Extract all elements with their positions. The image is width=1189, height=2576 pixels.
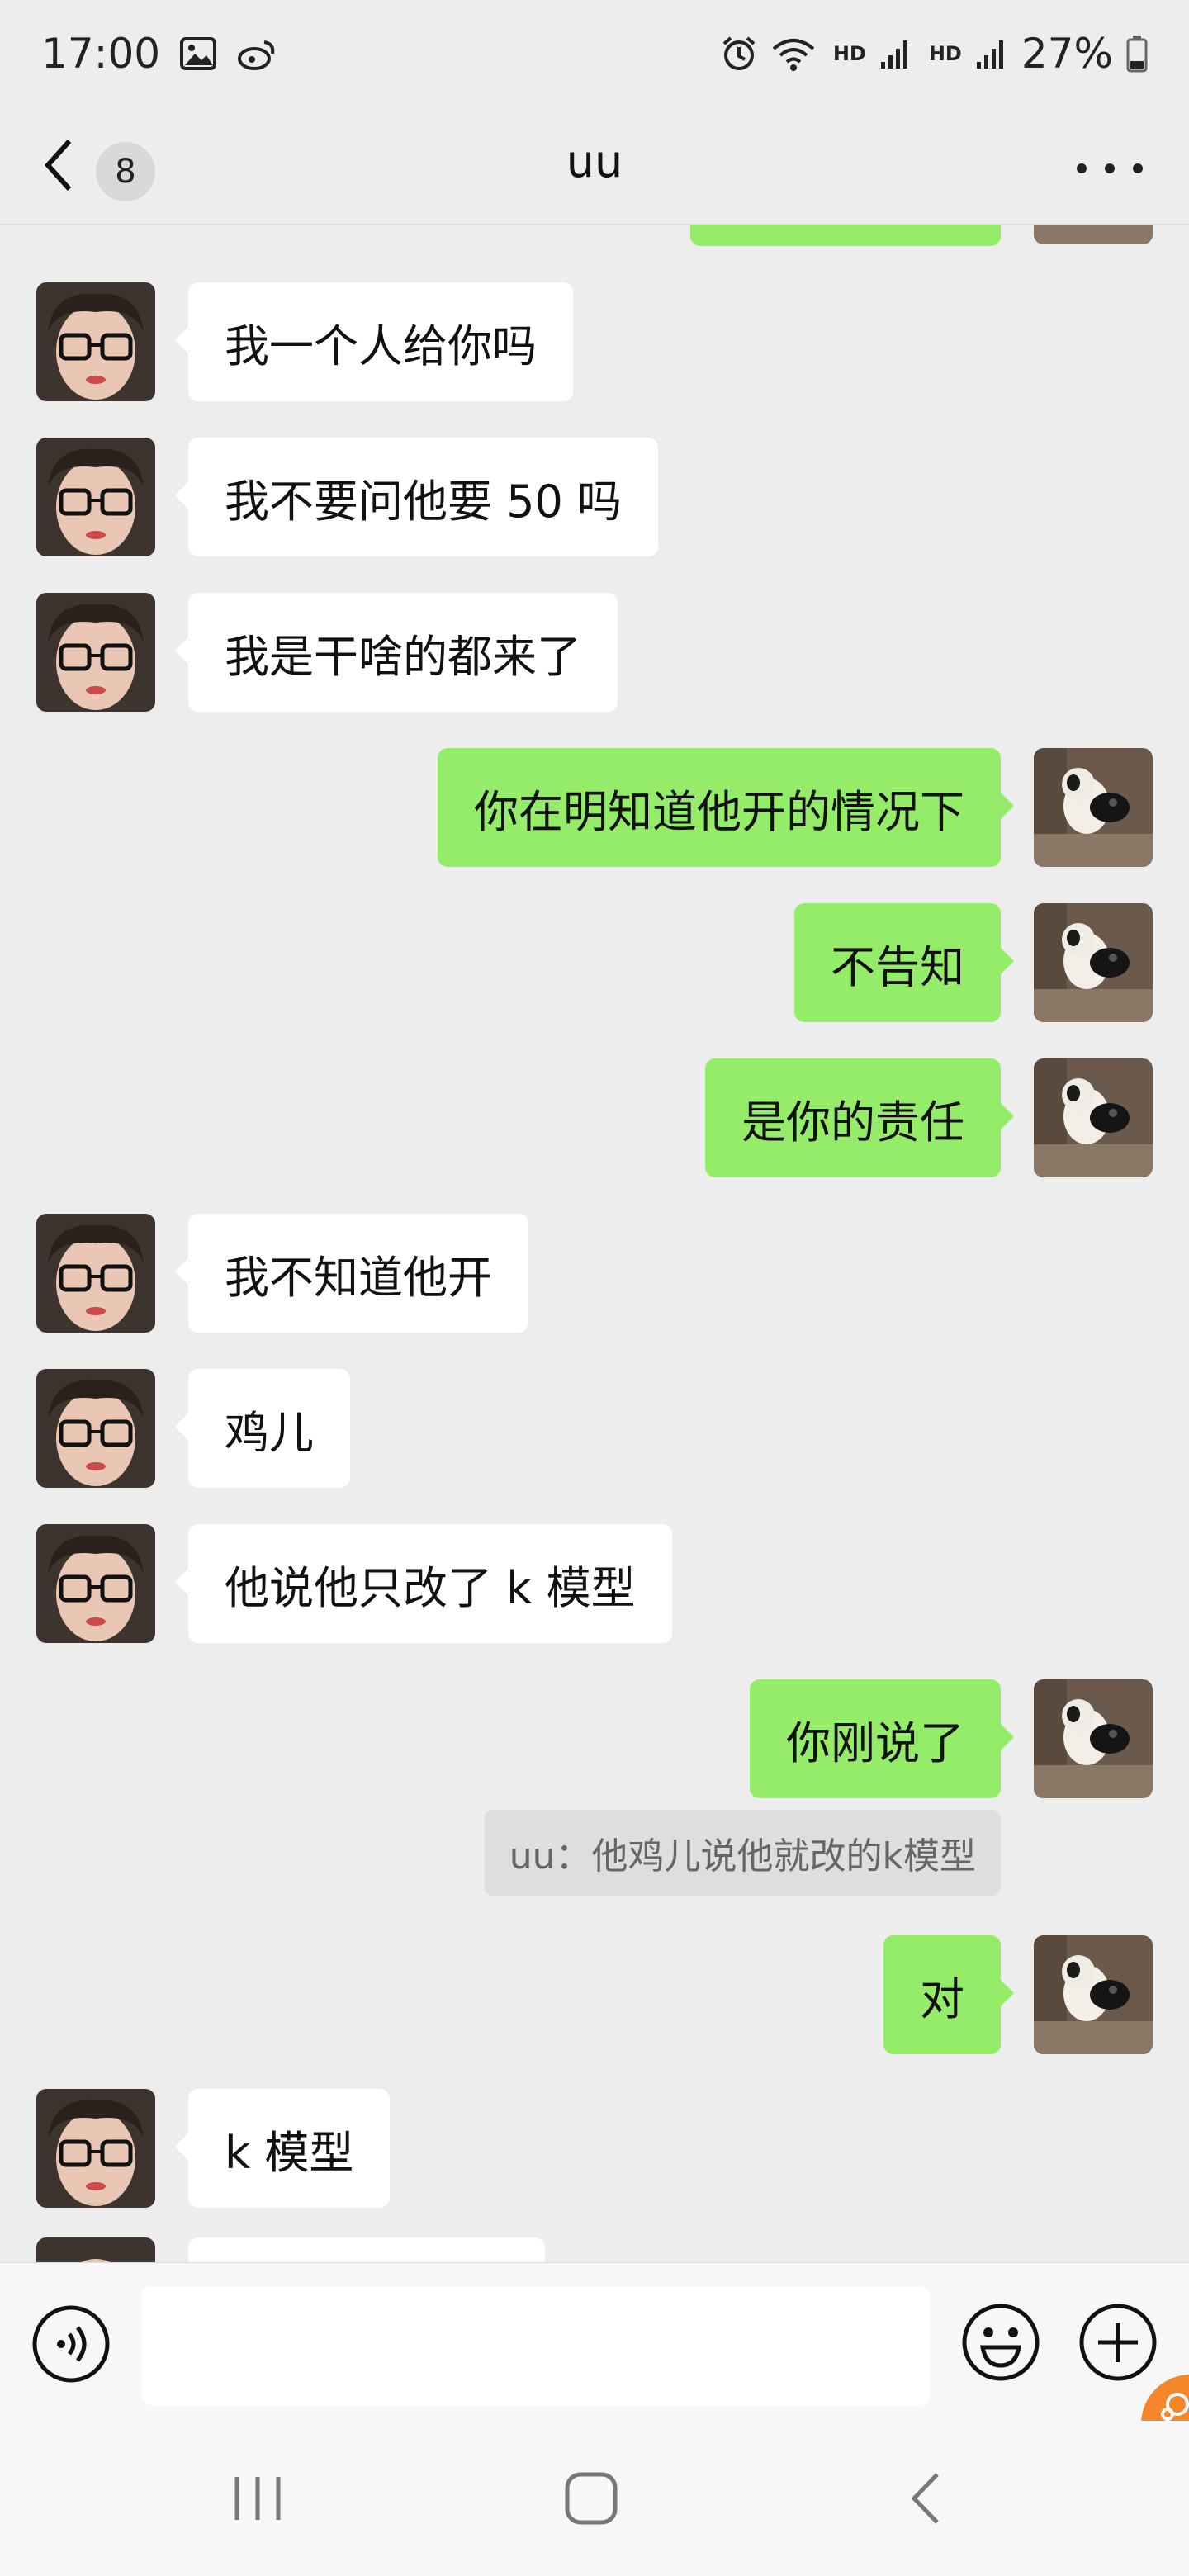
home-button[interactable]: [550, 2457, 632, 2540]
contact-avatar[interactable]: [36, 1214, 155, 1333]
more-dots-icon: [1077, 163, 1087, 173]
incoming-message-row: 他说他只改了 k 模型: [0, 1524, 1189, 1643]
incoming-message-bubble[interactable]: k 模型: [174, 2089, 391, 2208]
incoming-message-row: 我不要问他要 50 吗: [0, 438, 1189, 556]
contact-avatar[interactable]: [36, 1524, 155, 1643]
my-avatar[interactable]: [1034, 1058, 1153, 1177]
input-bar: [0, 2262, 1189, 2421]
status-bar: 17:00 HD HD 27%: [0, 0, 1189, 107]
contact-avatar[interactable]: [36, 2237, 155, 2262]
partial-message-bubble: [690, 225, 1001, 246]
hd-label: HD: [928, 42, 962, 65]
battery-percent: 27%: [1021, 30, 1113, 78]
outgoing-message-row: 你在明知道他开的情况下: [0, 748, 1189, 867]
incoming-message-bubble[interactable]: 我不要问他要 50 吗: [174, 438, 659, 556]
chat-header: 8 uu: [0, 107, 1189, 225]
contact-avatar[interactable]: [36, 282, 155, 401]
outgoing-message-row: 你刚说了: [0, 1679, 1189, 1798]
wifi-icon: [770, 36, 817, 72]
chat-title: uu: [566, 135, 623, 187]
system-nav-bar: [0, 2421, 1189, 2576]
my-avatar[interactable]: [1034, 225, 1153, 244]
incoming-message-row: 鸡儿: [0, 1369, 1189, 1488]
outgoing-message-row: 不告知: [0, 903, 1189, 1022]
incoming-message-bubble[interactable]: 鸡儿: [175, 1369, 350, 1488]
alarm-icon: [721, 36, 757, 72]
outgoing-message-bubble[interactable]: 是你的责任: [705, 1058, 1014, 1177]
quoted-message[interactable]: uu：他鸡儿说他就改的k模型: [484, 1810, 1001, 1896]
signal-icon: [879, 37, 912, 70]
partial-message-bubble: [188, 2237, 545, 2262]
contact-avatar[interactable]: [36, 593, 155, 712]
outgoing-message-row: 是你的责任: [0, 1058, 1189, 1177]
emoji-button[interactable]: [959, 2301, 1042, 2384]
incoming-message-row: 我一个人给你吗: [0, 282, 1189, 401]
image-icon: [180, 37, 217, 70]
status-time: 17:00: [41, 30, 161, 78]
battery-icon: [1126, 35, 1148, 73]
my-avatar[interactable]: [1034, 1935, 1153, 2054]
my-avatar[interactable]: [1034, 903, 1153, 1022]
home-icon: [565, 2472, 618, 2525]
contact-avatar[interactable]: [36, 1369, 155, 1488]
message-input[interactable]: [142, 2286, 930, 2405]
incoming-message-row: k 模型: [0, 2089, 1189, 2208]
incoming-message-bubble[interactable]: 我不知道他开: [175, 1214, 528, 1333]
my-avatar[interactable]: [1034, 1679, 1153, 1798]
voice-icon: [32, 2305, 110, 2383]
voice-button[interactable]: [30, 2303, 112, 2385]
incoming-message-bubble[interactable]: 他说他只改了 k 模型: [175, 1524, 672, 1643]
outgoing-message-row: 对: [0, 1935, 1189, 2054]
weibo-icon: [236, 37, 277, 70]
nav-back-button[interactable]: [883, 2457, 966, 2540]
incoming-message-row: 我不知道他开: [0, 1214, 1189, 1333]
incoming-message-row: 我是干啥的都来了: [0, 593, 1189, 712]
back-icon: [911, 2473, 939, 2524]
signal-icon: [975, 37, 1008, 70]
my-avatar[interactable]: [1034, 748, 1153, 867]
outgoing-message-bubble[interactable]: 对: [883, 1935, 1014, 2054]
incoming-message-bubble[interactable]: 我是干啥的都来了: [175, 593, 618, 712]
incoming-message-bubble[interactable]: 我一个人给你吗: [175, 282, 573, 401]
recents-button[interactable]: [216, 2457, 299, 2540]
more-options-button[interactable]: [1077, 144, 1143, 193]
recents-icon: [234, 2477, 281, 2520]
message-list[interactable]: 我一个人给你吗 我不要问他要 50 吗我是干啥的都来了你在明知道他开的情况下不告知…: [0, 225, 1189, 2262]
outgoing-message-bubble[interactable]: 你刚说了: [750, 1679, 1014, 1798]
hd-label: HD: [832, 42, 866, 65]
emoji-icon: [962, 2304, 1040, 2381]
outgoing-message-bubble[interactable]: 你在明知道他开的情况下: [438, 748, 1014, 867]
contact-avatar[interactable]: [36, 2089, 155, 2208]
outgoing-message-bubble[interactable]: 不告知: [794, 903, 1014, 1022]
plus-icon: [1079, 2304, 1157, 2381]
contact-avatar[interactable]: [36, 438, 155, 556]
plus-button[interactable]: [1077, 2301, 1159, 2384]
